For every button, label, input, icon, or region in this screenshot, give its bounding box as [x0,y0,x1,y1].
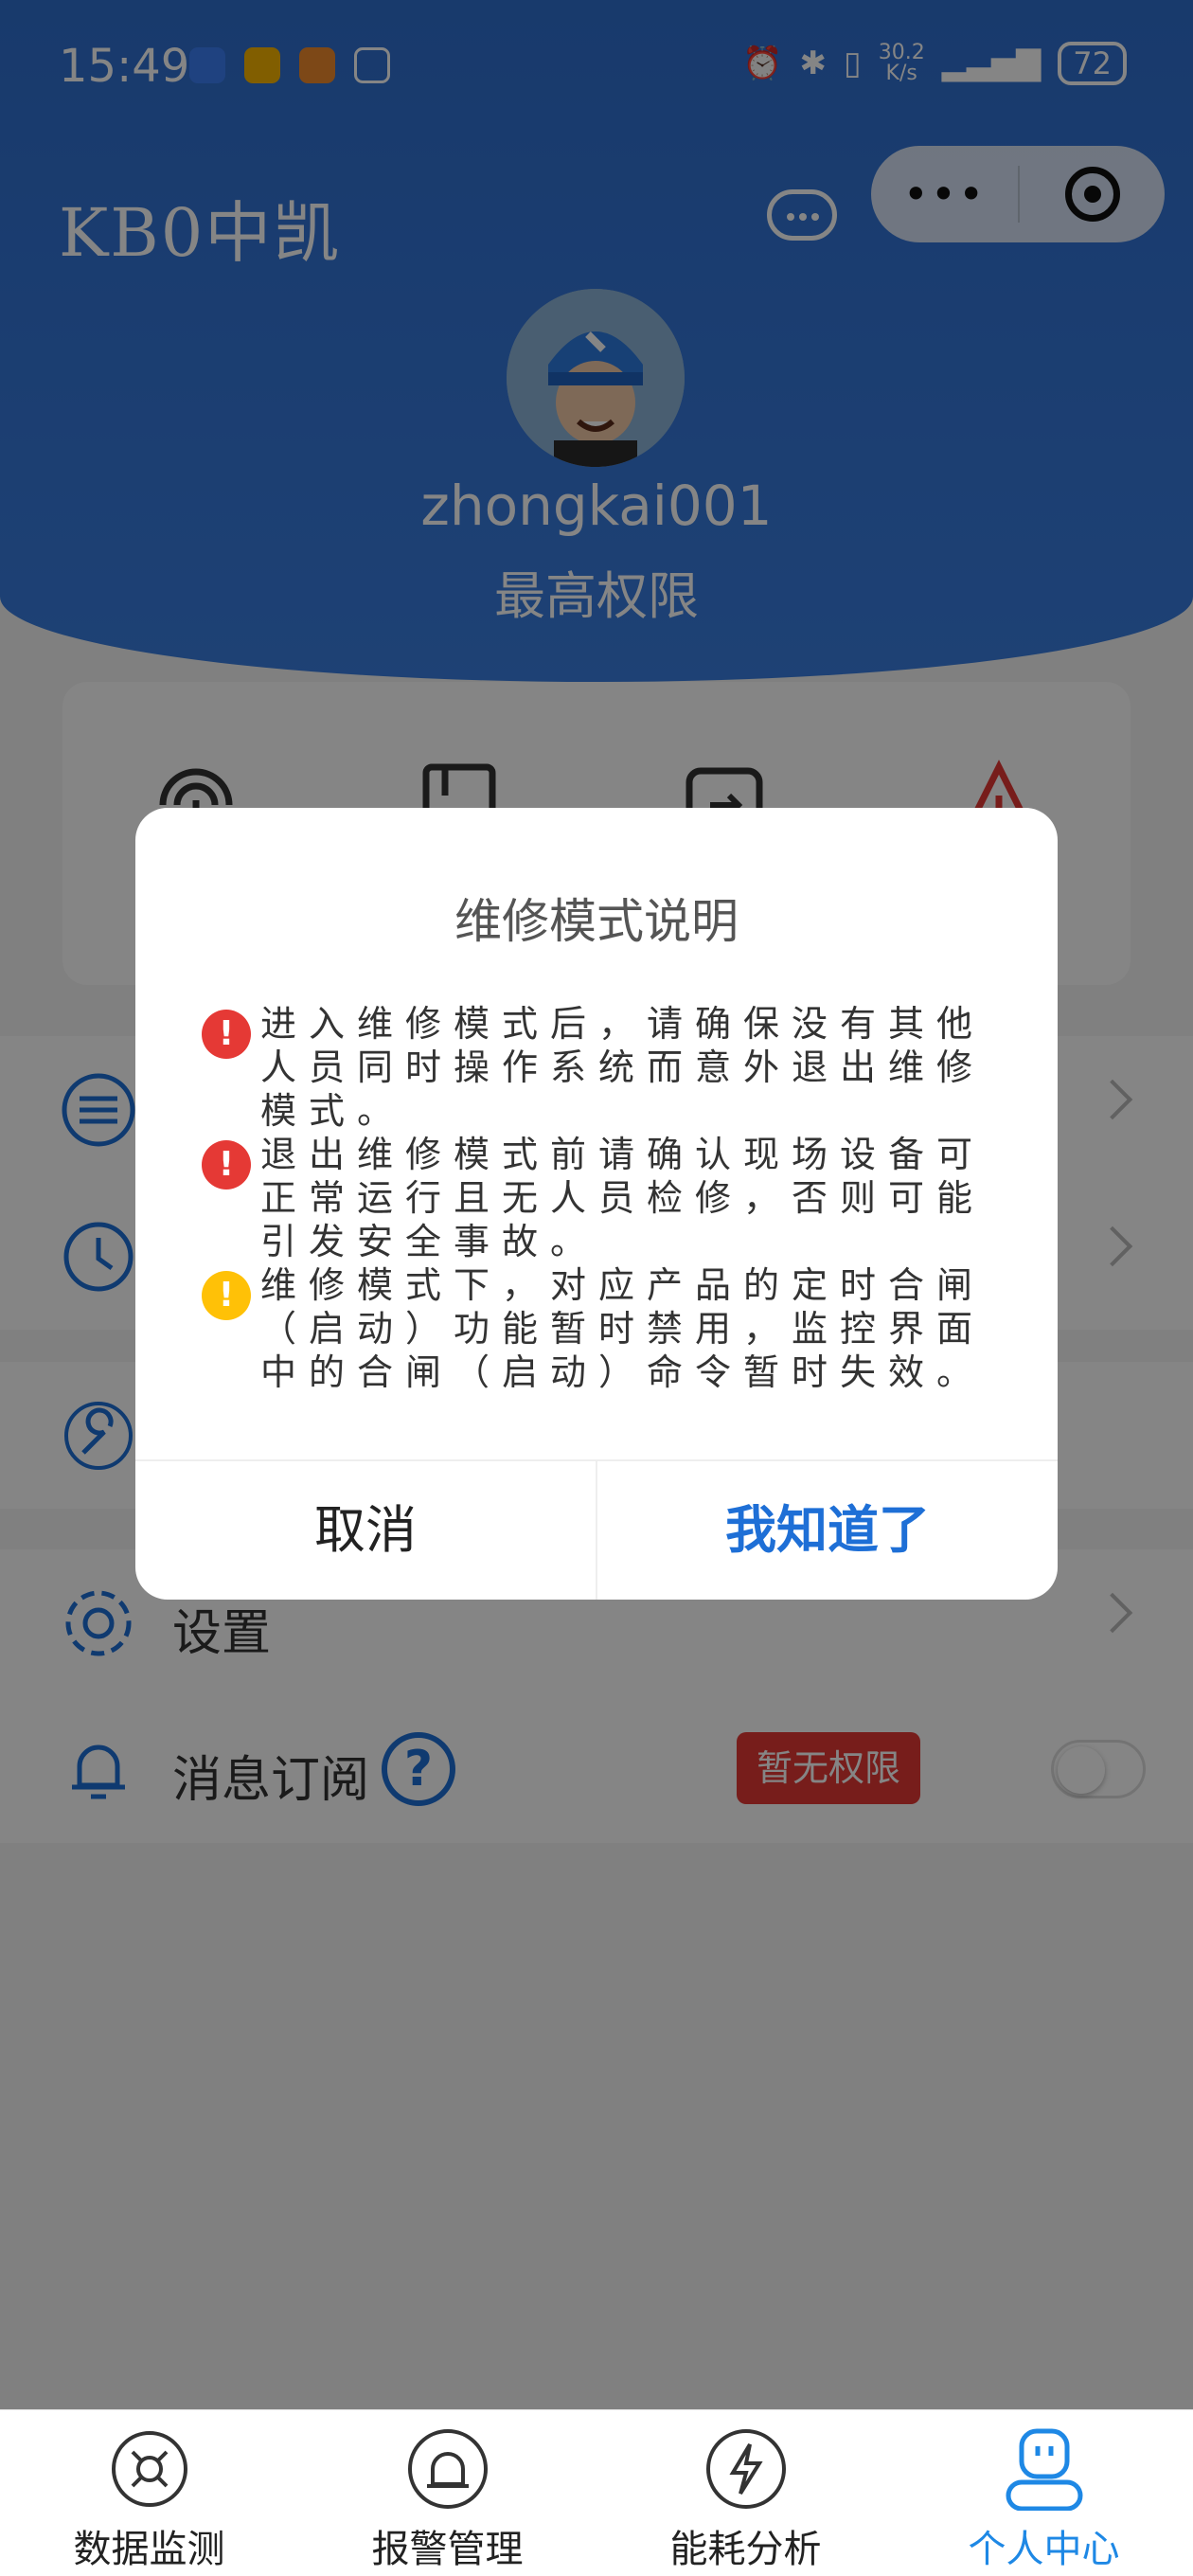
tab-alarm-management[interactable]: 报警管理 [298,2410,596,2576]
dialog-notes: ! 进入维修模式后，请确保没有其他人员同时操作系统而意外退出维修模式。 ! 退出… [202,1002,1006,1394]
tab-label: 个人中心 [968,2528,1120,2571]
maintenance-mode-dialog: 维修模式说明 ! 进入维修模式后，请确保没有其他人员同时操作系统而意外退出维修模… [135,808,1058,1600]
bottom-tab-bar: 数据监测 报警管理 能耗分析 个人中心 [0,2409,1193,2576]
dialog-note: ! 进入维修模式后，请确保没有其他人员同时操作系统而意外退出维修模式。 [202,1002,1006,1133]
error-icon: ! [202,1010,251,1059]
warning-icon: ! [202,1271,251,1320]
note-text: 进入维修模式后，请确保没有其他人员同时操作系统而意外退出维修模式。 [260,1003,986,1132]
cancel-button[interactable]: 取消 [135,1461,597,1600]
profile-icon [1006,2428,1083,2511]
monitor-icon [112,2431,187,2507]
dialog-title: 维修模式说明 [454,894,739,949]
error-icon: ! [202,1140,251,1190]
alarm-icon [408,2429,488,2509]
tab-data-monitor[interactable]: 数据监测 [0,2410,298,2576]
tab-profile[interactable]: 个人中心 [895,2410,1193,2576]
tab-label: 报警管理 [371,2528,524,2571]
tab-label: 能耗分析 [669,2528,822,2571]
dialog-actions: 取消 我知道了 [135,1459,1058,1600]
tab-label: 数据监测 [73,2528,225,2571]
dialog-note: ! 维修模式下，对应产品的定时合闸（启动）功能暂时禁用，监控界面中的合闸（启动）… [202,1263,1006,1394]
confirm-button[interactable]: 我知道了 [597,1461,1058,1600]
energy-icon [706,2429,786,2509]
note-text: 维修模式下，对应产品的定时合闸（启动）功能暂时禁用，监控界面中的合闸（启动）命令… [260,1264,986,1393]
tab-energy-analysis[interactable]: 能耗分析 [596,2410,895,2576]
note-text: 退出维修模式前请确认现场设备可正常运行且无人员检修，否则可能引发安全事故。 [260,1134,986,1262]
dialog-note: ! 退出维修模式前请确认现场设备可正常运行且无人员检修，否则可能引发安全事故。 [202,1133,1006,1263]
